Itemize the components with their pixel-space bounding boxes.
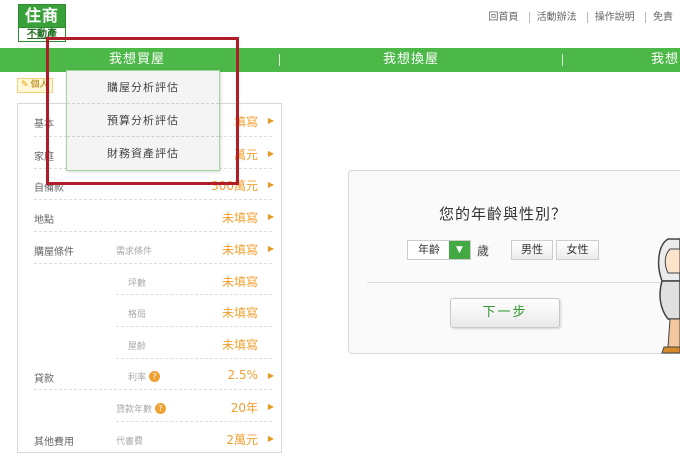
nav-item-third[interactable]: 我想 bbox=[651, 48, 679, 72]
row-value: 未填寫 bbox=[221, 243, 258, 257]
row-value: 2萬元 bbox=[226, 433, 258, 447]
form-row-other-fees[interactable]: 其他費用 代書費 2萬元 ▶ bbox=[34, 422, 274, 453]
form-row-requirements[interactable]: 購屋條件 需求條件 未填寫 ▶ bbox=[34, 232, 274, 264]
form-row-area[interactable]: 坪數 未填寫 bbox=[116, 264, 272, 295]
dropdown-item-asset-analysis[interactable]: 財務資產評估 bbox=[67, 137, 219, 170]
chevron-down-icon[interactable]: ▼ bbox=[449, 241, 470, 259]
row-value: 300萬元 bbox=[211, 179, 258, 193]
logo-line2: 不動產 bbox=[19, 27, 65, 41]
row-sublabel-wrap: 貸款年數? bbox=[116, 402, 167, 415]
row-value: 20年 bbox=[230, 401, 258, 415]
question-card: 您的年齡與性別？ 年齡 ▼ 歲 男性 女性 下一步 bbox=[348, 170, 680, 354]
buy-dropdown-menu: 購屋分析評估 預算分析評估 財務資產評估 bbox=[66, 70, 220, 171]
dropdown-item-budget-analysis[interactable]: 預算分析評估 bbox=[67, 104, 219, 137]
personal-tag-label: 個人 bbox=[30, 80, 49, 90]
form-row-age[interactable]: 屋齡 未填寫 bbox=[116, 327, 272, 359]
nav-separator bbox=[562, 54, 563, 66]
mascot-illustration bbox=[657, 238, 680, 354]
gender-female-button[interactable]: 女性 bbox=[556, 240, 599, 260]
form-row-layout[interactable]: 格局 未填寫 bbox=[116, 295, 272, 327]
form-row-down-payment[interactable]: 自備款 300萬元 ▶ bbox=[34, 169, 274, 200]
age-unit: 歲 bbox=[477, 244, 490, 258]
row-label: 貸款 bbox=[34, 374, 54, 385]
nav-item-buy[interactable]: 我想買屋 bbox=[109, 48, 165, 72]
personal-tag[interactable]: ✎ 個人 bbox=[17, 78, 53, 93]
top-link-guide[interactable]: 操作說明 bbox=[586, 12, 642, 23]
row-value: 填寫 bbox=[233, 115, 258, 129]
row-sublabel: 利率 bbox=[128, 373, 147, 383]
question-title: 您的年齡與性別？ bbox=[439, 205, 568, 223]
help-icon[interactable]: ? bbox=[149, 371, 161, 382]
row-label: 地點 bbox=[34, 215, 54, 226]
arrow-right-icon: ▶ bbox=[267, 180, 274, 189]
age-select[interactable]: 年齡 ▼ bbox=[407, 240, 471, 260]
form-row-location[interactable]: 地點 未填寫 ▶ bbox=[34, 200, 274, 232]
arrow-right-icon: ▶ bbox=[267, 149, 274, 158]
row-value: 萬元 bbox=[233, 148, 258, 162]
dropdown-item-purchase-analysis[interactable]: 購屋分析評估 bbox=[67, 71, 219, 104]
form-row-loan-years[interactable]: 貸款年數? 20年 ▶ bbox=[116, 390, 274, 422]
row-sublabel: 需求條件 bbox=[116, 247, 153, 257]
row-sublabel: 屋齡 bbox=[128, 342, 147, 352]
row-sublabel: 代書費 bbox=[116, 437, 144, 447]
card-divider bbox=[367, 282, 677, 283]
arrow-right-icon: ▶ bbox=[267, 371, 274, 380]
row-label: 基本 bbox=[34, 119, 54, 130]
row-value: 未填寫 bbox=[221, 211, 258, 225]
arrow-right-icon: ▶ bbox=[267, 244, 274, 253]
arrow-right-icon: ▶ bbox=[267, 434, 274, 443]
main-nav: 我想買屋 我想換屋 我想 bbox=[0, 48, 680, 72]
row-label: 家庭 bbox=[34, 152, 54, 163]
top-link-disclaimer[interactable]: 免責 bbox=[645, 12, 680, 23]
age-select-label: 年齡 bbox=[418, 243, 440, 256]
row-sublabel: 貸款年數 bbox=[116, 405, 153, 415]
arrow-right-icon: ▶ bbox=[267, 402, 274, 411]
gender-male-button[interactable]: 男性 bbox=[511, 240, 553, 260]
top-link-home[interactable]: 回首頁 bbox=[481, 12, 525, 23]
top-links: 回首頁 活動辦法 操作說明 免責 bbox=[481, 8, 680, 23]
row-value: 未填寫 bbox=[221, 338, 258, 352]
top-link-events[interactable]: 活動辦法 bbox=[528, 12, 584, 23]
help-icon[interactable]: ? bbox=[155, 403, 167, 414]
row-value: 未填寫 bbox=[221, 306, 258, 320]
next-step-button[interactable]: 下一步 bbox=[450, 298, 560, 328]
arrow-right-icon: ▶ bbox=[267, 116, 274, 125]
row-sublabel: 格局 bbox=[128, 310, 147, 320]
row-sublabel-wrap: 利率? bbox=[128, 370, 161, 383]
row-label: 其他費用 bbox=[34, 437, 74, 448]
logo[interactable]: 住商 不動產 bbox=[18, 4, 66, 42]
form-row-loan-rate[interactable]: 貸款 利率? 2.5% ▶ bbox=[34, 359, 274, 390]
nav-separator bbox=[279, 54, 280, 66]
row-label: 購屋條件 bbox=[34, 247, 74, 258]
logo-line1: 住商 bbox=[19, 5, 65, 27]
row-value: 未填寫 bbox=[221, 275, 258, 289]
pencil-icon: ✎ bbox=[21, 80, 29, 90]
arrow-right-icon: ▶ bbox=[267, 212, 274, 221]
row-value: 2.5% bbox=[227, 368, 259, 382]
row-label: 自備款 bbox=[34, 183, 64, 194]
nav-item-exchange[interactable]: 我想換屋 bbox=[383, 48, 439, 72]
row-sublabel: 坪數 bbox=[128, 279, 147, 289]
